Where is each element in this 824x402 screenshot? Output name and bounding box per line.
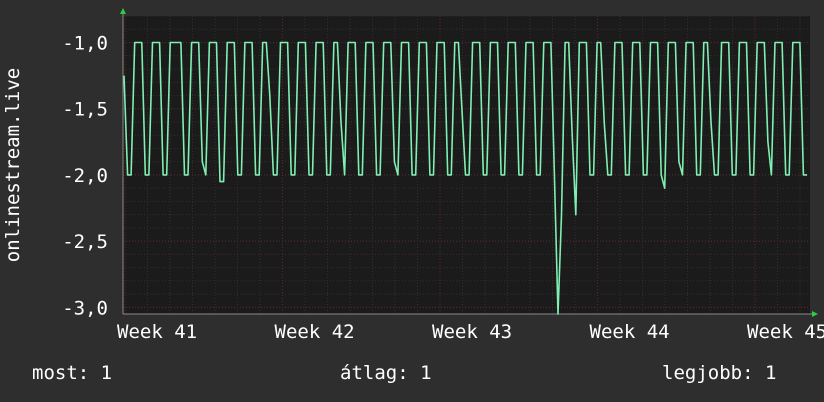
x-tick-label: Week 42 xyxy=(275,321,355,343)
x-tick-label: Week 41 xyxy=(117,321,197,343)
y-tick-label: -3,0 xyxy=(62,297,108,319)
x-axis-arrow-icon xyxy=(812,311,818,317)
y-tick-label: -2,5 xyxy=(62,231,108,253)
current-value: most: 1 xyxy=(32,362,113,384)
y-tick-label: -1,5 xyxy=(62,99,108,121)
y-axis-label: onlinestream.live xyxy=(2,68,24,262)
x-tick-labels: Week 41 Week 42 Week 43 Week 44 Week 45 xyxy=(117,321,824,343)
y-axis-arrow-icon xyxy=(120,8,126,14)
line-chart: onlinestream.live -1,0 -1,5 -2,0 -2,5 -3,0 W… xyxy=(2,8,824,343)
y-tick-label: -2,0 xyxy=(62,165,108,187)
x-tick-label: Week 44 xyxy=(590,321,670,343)
x-tick-label: Week 45 xyxy=(747,321,824,343)
y-tick-label: -1,0 xyxy=(62,32,108,54)
x-tick-label: Week 43 xyxy=(432,321,512,343)
best-value: legjobb: 1 xyxy=(662,362,777,384)
y-tick-labels: -1,0 -1,5 -2,0 -2,5 -3,0 xyxy=(62,32,108,319)
average-value: átlag: 1 xyxy=(340,362,432,384)
